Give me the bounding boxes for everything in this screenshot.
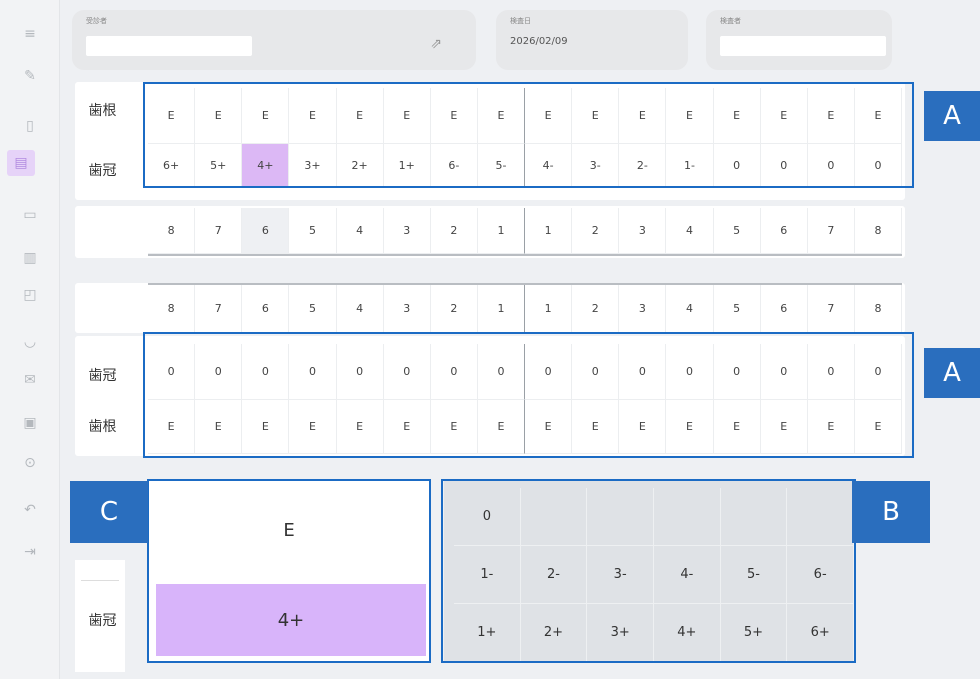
mail-icon[interactable]: ✉	[20, 370, 40, 390]
callout-tag-a-upper: A	[924, 91, 980, 141]
examiner-field-label: 検査者	[720, 17, 741, 25]
patient-input[interactable]	[86, 36, 252, 56]
clipboard-icon[interactable]: ▥	[20, 248, 40, 268]
upper-tooth-number[interactable]: 4	[666, 208, 714, 254]
upper-tooth-number[interactable]: 1	[525, 208, 573, 254]
menu-icon[interactable]: ≡	[20, 24, 40, 44]
camera-icon[interactable]: ▣	[20, 413, 40, 433]
upper-tooth-number[interactable]: 5	[713, 208, 761, 254]
exam-date-value: 2026/02/09	[510, 36, 568, 47]
callout-frame-a-upper	[143, 82, 914, 188]
upper-tooth-number[interactable]: 8	[854, 208, 902, 254]
upper-tooth-number[interactable]: 6	[242, 208, 290, 254]
lower-tooth-number[interactable]: 8	[854, 285, 902, 333]
lower-tooth-number[interactable]: 1	[525, 285, 573, 333]
patient-field[interactable]: 受診者 ⇗	[72, 10, 476, 70]
upper-tooth-number[interactable]: 4	[336, 208, 384, 254]
lower-tooth-number[interactable]: 7	[807, 285, 855, 333]
lower-tooth-number[interactable]: 6	[242, 285, 290, 333]
monitor-icon[interactable]: ▭	[20, 205, 40, 225]
lower-tooth-number[interactable]: 6	[760, 285, 808, 333]
exit-icon[interactable]: ⇥	[20, 542, 40, 562]
lower-tooth-number[interactable]: 5	[289, 285, 337, 333]
settings-icon[interactable]: ⊙	[20, 453, 40, 473]
pencil-icon[interactable]: ✎	[20, 66, 40, 86]
callout-tag-b: B	[852, 481, 930, 543]
examiner-input[interactable]	[720, 36, 886, 56]
lower-tooth-number[interactable]: 3	[383, 285, 431, 333]
lower-tooth-number[interactable]: 1	[477, 285, 525, 333]
upper-tooth-number[interactable]: 7	[195, 208, 243, 254]
upper-crown-label: 歯冠	[80, 160, 125, 180]
lower-tooth-number[interactable]: 2	[430, 285, 478, 333]
tooth-icon[interactable]: ◡	[20, 332, 40, 352]
upper-tooth-number[interactable]: 2	[572, 208, 620, 254]
upper-tooth-number[interactable]: 7	[807, 208, 855, 254]
selection-crown-label: 歯冠	[80, 610, 125, 630]
lower-tooth-numbers: 8765432112345678	[148, 283, 902, 333]
sidebar: ≡ ✎ ▯ ▤ ▭ ▥ ◰ ◡ ✉ ▣ ⊙ ↶ ⇥	[0, 0, 60, 679]
upper-tooth-number[interactable]: 8	[148, 208, 196, 254]
lower-tooth-number[interactable]: 7	[195, 285, 243, 333]
folder-icon[interactable]: ▤	[7, 150, 35, 176]
lower-tooth-number[interactable]: 5	[713, 285, 761, 333]
exam-date-field[interactable]: 検査日 2026/02/09	[496, 10, 688, 70]
callout-frame-c	[147, 479, 431, 663]
upper-tooth-number[interactable]: 1	[477, 208, 525, 254]
upper-tooth-number[interactable]: 6	[760, 208, 808, 254]
upper-tooth-numbers: 8765432112345678	[148, 208, 902, 256]
upper-tooth-number[interactable]: 5	[289, 208, 337, 254]
lower-tooth-number[interactable]: 4	[666, 285, 714, 333]
examiner-field[interactable]: 検査者	[706, 10, 892, 70]
chart-icon[interactable]: ◰	[20, 285, 40, 305]
upper-tooth-number[interactable]: 3	[619, 208, 667, 254]
callout-tag-a-lower: A	[924, 348, 980, 398]
callout-tag-c: C	[70, 481, 148, 543]
lower-tooth-number[interactable]: 8	[148, 285, 196, 333]
upper-tooth-number[interactable]: 2	[430, 208, 478, 254]
upper-root-label: 歯根	[80, 100, 125, 120]
lower-tooth-number[interactable]: 2	[572, 285, 620, 333]
lower-tooth-number[interactable]: 4	[336, 285, 384, 333]
patient-field-label: 受診者	[86, 17, 107, 25]
edit-icon[interactable]: ⇗	[430, 36, 442, 52]
callout-frame-a-lower	[143, 332, 914, 458]
lower-tooth-number[interactable]: 3	[619, 285, 667, 333]
exam-date-label: 検査日	[510, 17, 531, 25]
lower-crown-label: 歯冠	[80, 365, 125, 385]
callout-frame-b	[441, 479, 856, 663]
document-icon[interactable]: ▯	[20, 116, 40, 136]
lower-root-label: 歯根	[80, 416, 125, 436]
upper-tooth-number[interactable]: 3	[383, 208, 431, 254]
undo-icon[interactable]: ↶	[20, 500, 40, 520]
